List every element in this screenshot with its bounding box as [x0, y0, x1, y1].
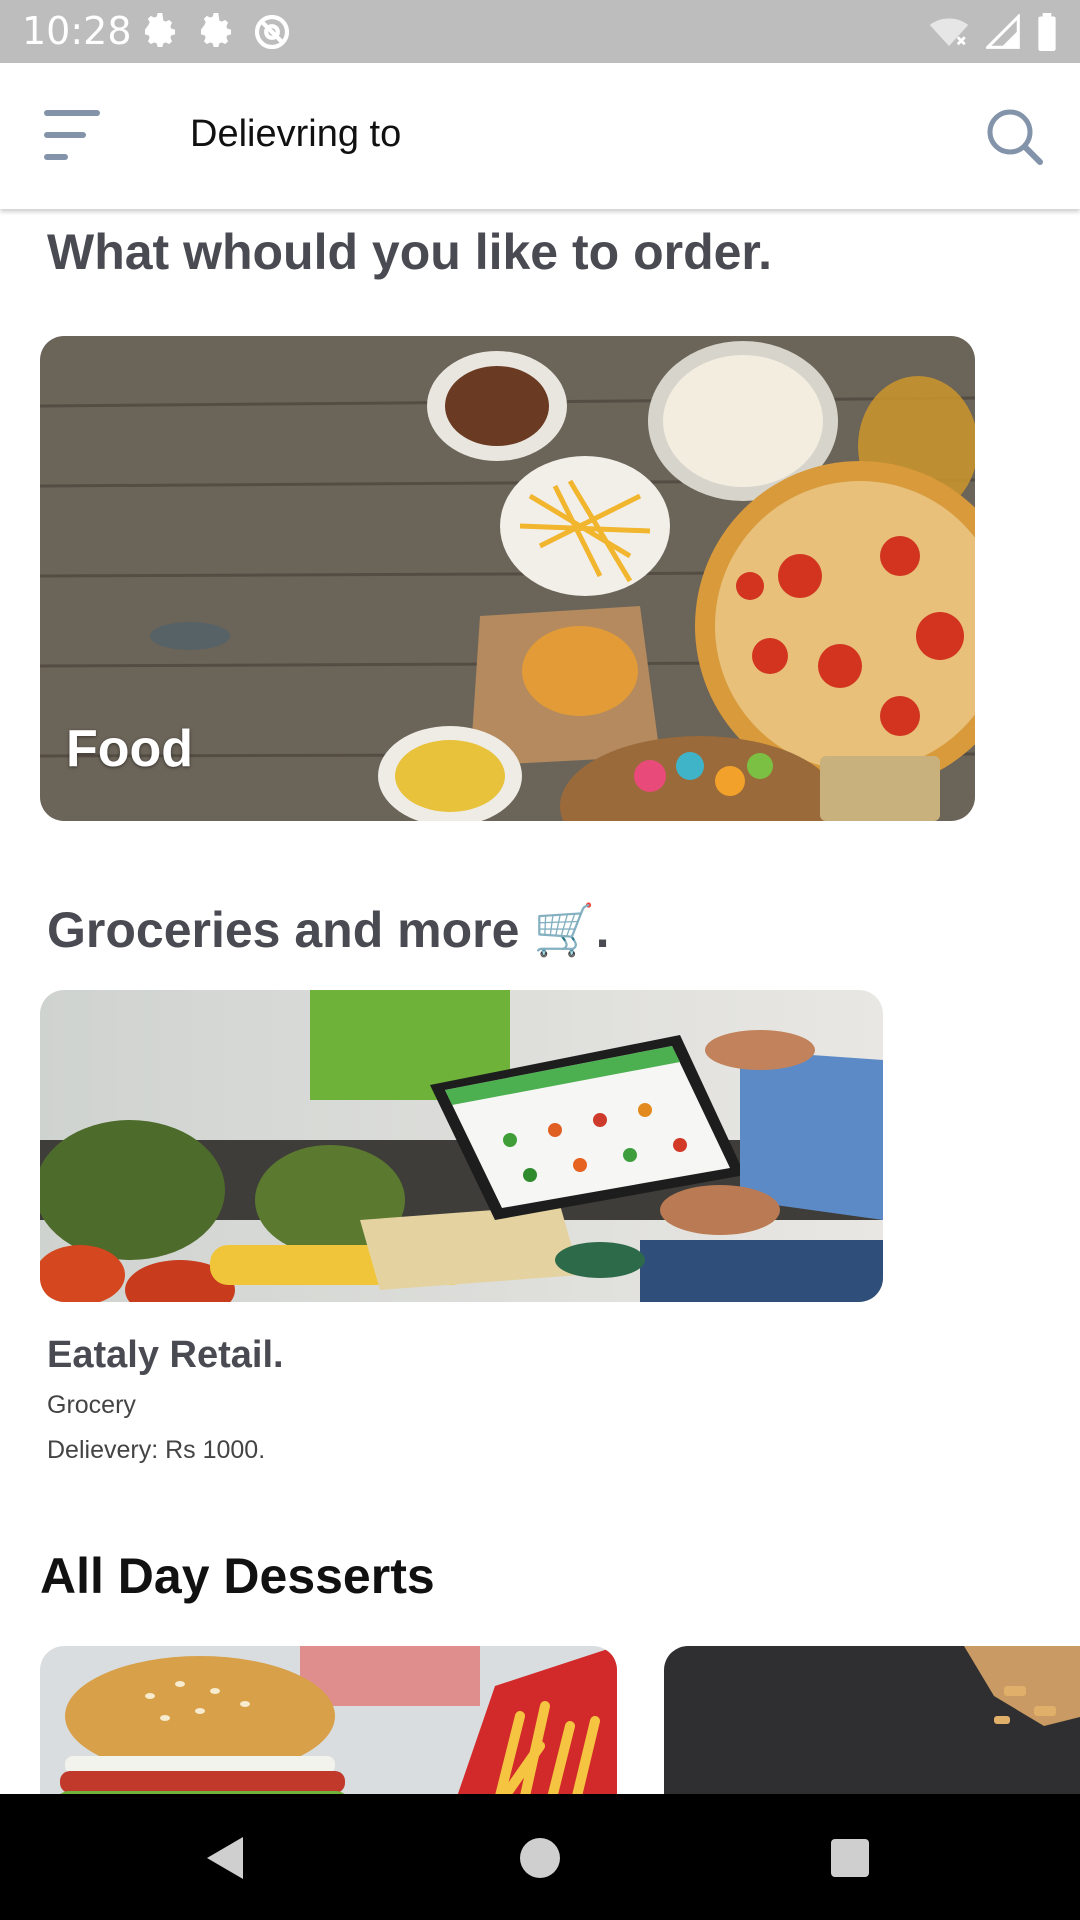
dessert-image — [664, 1646, 1080, 1794]
burger-image — [40, 1646, 617, 1794]
store-name[interactable]: Eataly Retail. — [47, 1334, 284, 1377]
status-time: 10:28 — [22, 9, 132, 53]
main-content[interactable]: What whould you like to order. Food Groc… — [0, 209, 1080, 1794]
dessert-card[interactable] — [40, 1646, 617, 1794]
app-bar: Delievring to — [0, 63, 1080, 209]
store-delivery-fee: Delievery: Rs 1000. — [47, 1436, 266, 1464]
grocery-image — [40, 990, 883, 1302]
food-card-label: Food — [66, 720, 194, 778]
status-bar: 10:28 — [0, 0, 1080, 63]
signal-icon — [986, 14, 1020, 49]
dessert-card[interactable] — [664, 1646, 1080, 1794]
groceries-heading-suffix: . — [595, 902, 610, 958]
order-heading: What whould you like to order. — [47, 224, 773, 280]
back-icon[interactable] — [205, 1835, 245, 1881]
delivery-location-label[interactable]: Delievring to — [190, 113, 401, 156]
home-icon[interactable] — [520, 1838, 560, 1878]
grocery-store-card[interactable] — [40, 990, 883, 1302]
at-sign-icon — [254, 14, 290, 50]
battery-icon — [1038, 13, 1056, 51]
status-icons-right — [928, 12, 1058, 52]
food-category-card[interactable]: Food — [40, 336, 975, 821]
gear-icon — [201, 13, 231, 48]
store-category: Grocery — [47, 1391, 136, 1419]
menu-icon[interactable] — [40, 104, 104, 168]
status-icons-left — [140, 12, 292, 52]
groceries-heading-text: Groceries and more — [47, 902, 520, 958]
groceries-heading: Groceries and more 🛒. — [47, 901, 610, 960]
search-icon[interactable] — [984, 106, 1046, 168]
recents-icon[interactable] — [831, 1839, 869, 1877]
wifi-off-icon — [929, 18, 969, 46]
system-navigation-bar — [0, 1794, 1080, 1920]
cart-icon: 🛒 — [533, 902, 596, 958]
gear-icon — [145, 13, 175, 48]
desserts-heading: All Day Desserts — [40, 1548, 435, 1604]
